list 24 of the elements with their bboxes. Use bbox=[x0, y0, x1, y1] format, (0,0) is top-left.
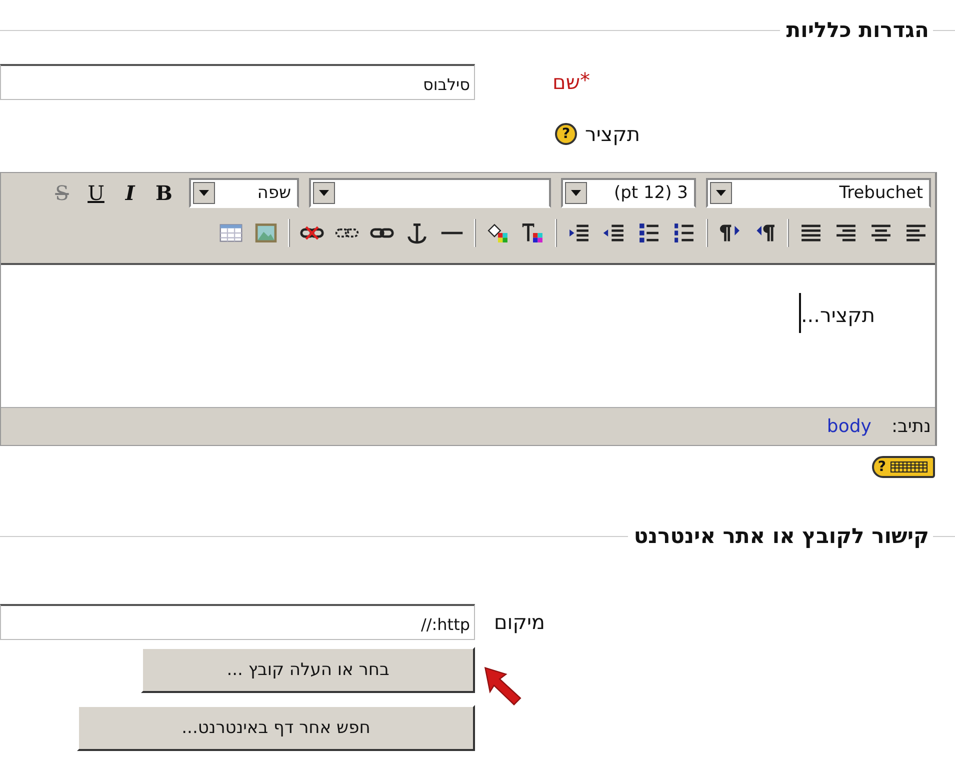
format-button[interactable]: U bbox=[81, 181, 111, 205]
path-link[interactable]: body bbox=[826, 416, 872, 437]
section-title: קישור לקובץ או אתר אינטרנט bbox=[632, 524, 930, 548]
help-button[interactable]: ? bbox=[555, 123, 578, 145]
field-label: מיקום bbox=[494, 610, 545, 634]
action-button[interactable]: חפש אחר דף באינטרנט... bbox=[77, 705, 475, 751]
format-button[interactable]: B bbox=[149, 181, 179, 205]
section-title: הגדרות כלליות bbox=[785, 18, 930, 42]
location-field[interactable]: http:// bbox=[0, 604, 475, 640]
format-button[interactable]: I bbox=[115, 181, 145, 205]
language-select[interactable]: שפה bbox=[189, 178, 299, 208]
required-mark: * bbox=[580, 70, 590, 90]
font-select[interactable]: Trebuchet bbox=[706, 178, 931, 208]
path-label: נתיב: bbox=[891, 416, 931, 437]
field-label: תקציר bbox=[585, 122, 640, 146]
keyboard-help-button[interactable]: ? bbox=[872, 456, 935, 478]
name-field[interactable]: סילבוס bbox=[0, 64, 475, 100]
keyboard-icon bbox=[889, 460, 929, 474]
action-button[interactable]: בחר או העלה קובץ ... bbox=[141, 647, 475, 693]
editor-text-area[interactable]: תקציר... bbox=[1, 263, 935, 407]
text-cursor bbox=[798, 293, 801, 333]
size-select[interactable]: 3 (12 pt) bbox=[561, 178, 696, 208]
editor-text: תקציר... bbox=[800, 303, 875, 327]
field-label: שם bbox=[552, 70, 580, 94]
